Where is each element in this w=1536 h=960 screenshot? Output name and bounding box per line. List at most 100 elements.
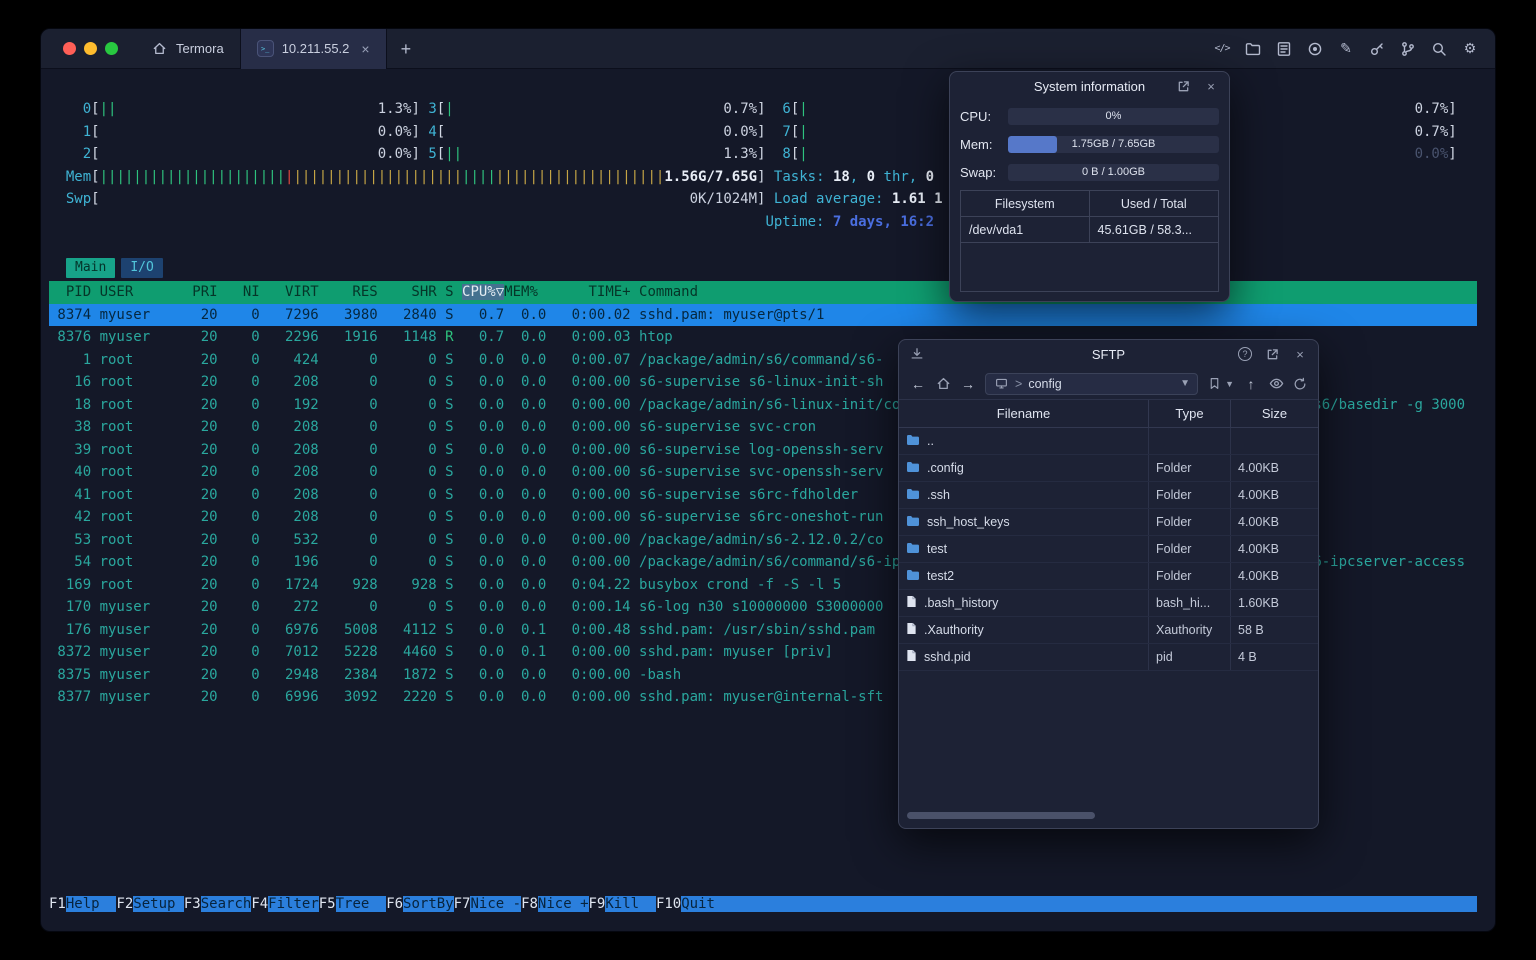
process-row-selected[interactable]: 8374 myuser 20 0 7296 3980 2840 S 0.7 0.…: [49, 303, 1477, 326]
cpu-label: CPU:: [960, 108, 992, 124]
git-branch-icon[interactable]: [1399, 40, 1417, 58]
fn-action-quit[interactable]: Quit: [681, 896, 732, 912]
cpu-usage-bar: 0%: [1008, 107, 1219, 125]
file-type: Folder: [1149, 536, 1231, 562]
file-name: test2: [927, 569, 955, 583]
fn-key-f1: F1: [49, 896, 66, 912]
minimize-window-button[interactable]: [84, 42, 97, 55]
bookmark-icon[interactable]: [1206, 376, 1222, 392]
key-icon[interactable]: [1368, 40, 1386, 58]
computer-icon: [993, 376, 1009, 392]
fn-key-f10: F10: [655, 896, 682, 912]
close-tab-icon[interactable]: ×: [361, 41, 369, 57]
download-icon[interactable]: [909, 346, 925, 362]
fn-action-nice+[interactable]: Nice +: [537, 896, 589, 912]
swap-usage-bar: 0 B / 1.00GB: [1008, 163, 1219, 181]
fn-action-nice-[interactable]: Nice -: [470, 896, 522, 912]
sort-column-cpu[interactable]: CPU%▽: [462, 284, 505, 300]
htop-meters: 0[|| 1.3%] 3[| 0.7%] 6[| 0.7%] 1[0.0%] …: [49, 98, 1457, 233]
fn-action-search[interactable]: Search: [200, 896, 252, 912]
sftp-file-row[interactable]: test Folder 4.00KB: [899, 536, 1318, 563]
sftp-file-row[interactable]: .ssh Folder 4.00KB: [899, 482, 1318, 509]
file-name: .config: [927, 461, 964, 475]
column-filename[interactable]: Filename: [899, 400, 1149, 427]
tab-termora-home[interactable]: Termora: [134, 29, 240, 69]
swap-label: Swap:: [960, 164, 997, 180]
fn-action-sortby[interactable]: SortBy: [403, 896, 454, 912]
zoom-window-button[interactable]: [105, 42, 118, 55]
process-table-header[interactable]: PID USER PRI NI VIRT RES SHR S CPU%▽MEM%…: [49, 281, 1477, 304]
htop-view-tabs: Main I/O: [66, 258, 163, 278]
sftp-file-row[interactable]: .Xauthority Xauthority 58 B: [899, 617, 1318, 644]
search-icon[interactable]: [1430, 40, 1448, 58]
sftp-titlebar: SFTP ? ×: [899, 340, 1318, 368]
htop-tab-io[interactable]: I/O: [121, 258, 163, 278]
file-name: .ssh: [927, 488, 950, 502]
tab-ssh-session[interactable]: >_ 10.211.55.2 ×: [239, 29, 387, 69]
fn-key-f3: F3: [183, 896, 201, 912]
fn-key-f8: F8: [521, 896, 538, 912]
panel-title: SFTP: [1091, 346, 1126, 362]
folder-icon[interactable]: [1244, 40, 1262, 58]
cpu-meter-line: 2[ 0.0%] 5[|| 1.3%] 8[| 0.0%]: [82, 146, 1457, 162]
sftp-table-header[interactable]: Filename Type Size: [899, 400, 1318, 428]
fn-action-kill[interactable]: Kill: [605, 896, 656, 912]
close-window-button[interactable]: [63, 42, 76, 55]
chevron-down-icon[interactable]: ▼: [1180, 378, 1190, 389]
sftp-file-row[interactable]: .bash_history bash_hi... 1.60KB: [899, 590, 1318, 617]
folder-icon: [906, 434, 920, 449]
file-icon: [906, 622, 917, 638]
new-tab-button[interactable]: +: [387, 29, 426, 69]
close-panel-icon[interactable]: ×: [1203, 78, 1219, 94]
back-arrow-icon[interactable]: ←: [909, 376, 927, 392]
fn-action-filter[interactable]: Filter: [268, 896, 319, 912]
bookmark-chevron-icon[interactable]: ▼: [1225, 379, 1234, 389]
open-external-icon[interactable]: [1175, 78, 1191, 94]
file-list-icon[interactable]: [1275, 40, 1293, 58]
sftp-file-row[interactable]: ssh_host_keys Folder 4.00KB: [899, 509, 1318, 536]
horizontal-scrollbar[interactable]: [907, 812, 1095, 819]
file-type: Folder: [1149, 455, 1231, 481]
htop-tab-main[interactable]: Main: [66, 258, 116, 278]
fn-key-f5: F5: [318, 896, 336, 912]
column-type[interactable]: Type: [1149, 400, 1231, 427]
settings-gear-icon[interactable]: ⚙: [1461, 40, 1479, 58]
file-name: test: [927, 542, 948, 556]
fn-key-f4: F4: [251, 896, 269, 912]
file-size: [1231, 428, 1318, 454]
pencil-icon[interactable]: ✎: [1337, 40, 1355, 58]
filesystem-table: Filesystem Used / Total /dev/vda1 45.61G…: [960, 190, 1219, 292]
fn-action-help[interactable]: Help: [65, 896, 117, 912]
close-panel-icon[interactable]: ×: [1292, 346, 1308, 362]
sftp-file-row[interactable]: .config Folder 4.00KB: [899, 455, 1318, 482]
up-directory-icon[interactable]: ↑: [1242, 376, 1260, 392]
sftp-file-row[interactable]: sshd.pid pid 4 B: [899, 644, 1318, 671]
file-name: .Xauthority: [924, 623, 984, 637]
open-external-icon[interactable]: [1264, 346, 1280, 362]
sftp-file-row[interactable]: ..: [899, 428, 1318, 455]
path-bar[interactable]: > config ▼: [985, 372, 1199, 395]
file-type: pid: [1149, 644, 1231, 670]
help-icon[interactable]: ?: [1238, 347, 1252, 361]
home-icon: [150, 40, 168, 58]
file-type: [1149, 428, 1231, 454]
file-size: 1.60KB: [1238, 596, 1280, 610]
forward-arrow-icon[interactable]: →: [959, 376, 977, 392]
fn-action-setup[interactable]: Setup: [133, 896, 184, 912]
folder-icon: [906, 569, 920, 584]
cpu-meter-line: 1[ 0.0%] 4[ 0.0%] 7[| 0.7%]: [82, 123, 1457, 140]
refresh-icon[interactable]: [1292, 376, 1308, 392]
show-hidden-eye-icon[interactable]: [1268, 376, 1284, 392]
sftp-file-row[interactable]: test2 Folder 4.00KB: [899, 563, 1318, 590]
fs-row-usage: 45.61GB / 58.3...: [1089, 217, 1218, 243]
file-size: 4.00KB: [1238, 488, 1280, 502]
mem-usage-bar: 1.75GB / 7.65GB: [1008, 135, 1219, 153]
fn-action-tree[interactable]: Tree: [335, 896, 387, 912]
code-icon[interactable]: </>: [1213, 40, 1231, 58]
column-size[interactable]: Size: [1231, 400, 1318, 427]
record-icon[interactable]: [1306, 40, 1324, 58]
file-icon: [906, 595, 917, 611]
file-name: .bash_history: [924, 596, 999, 610]
file-name: sshd.pid: [924, 650, 971, 664]
home-icon[interactable]: [935, 376, 951, 392]
